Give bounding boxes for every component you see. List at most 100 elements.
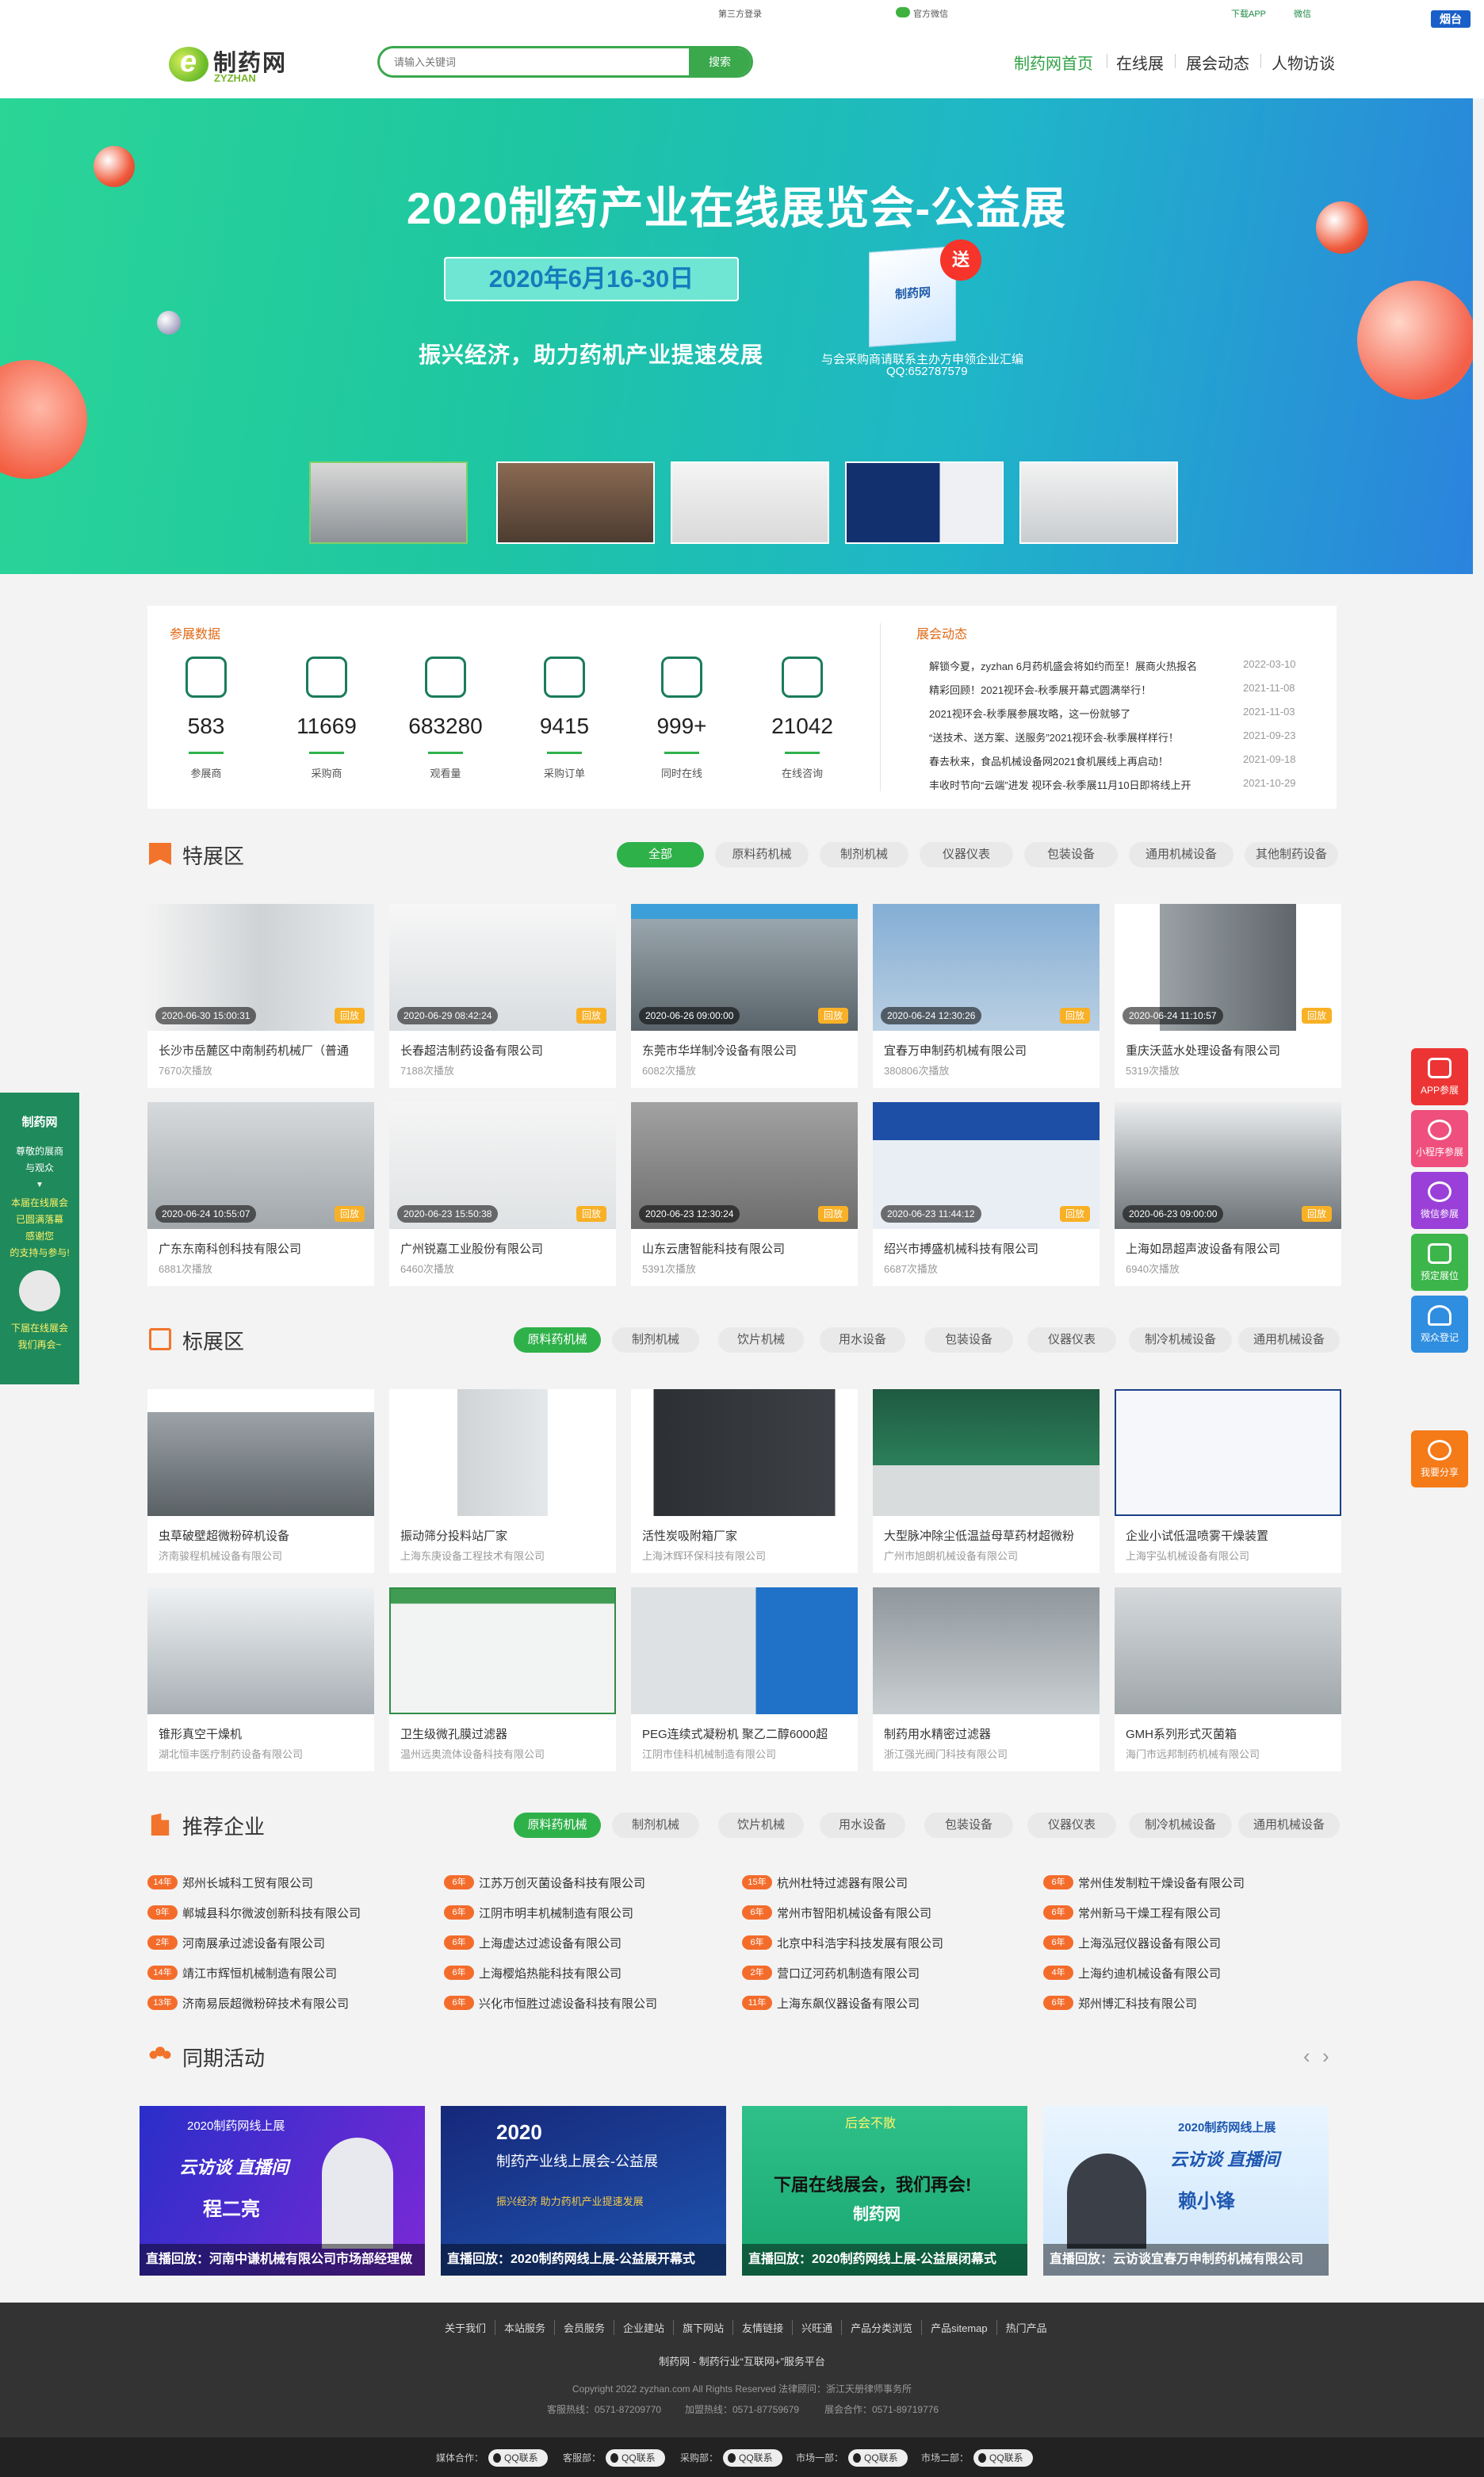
banner-thumb[interactable] (309, 461, 468, 544)
company-link[interactable]: 6年 常州新马干燥工程有限公司 (1043, 1905, 1221, 1921)
activity-card[interactable]: 2020制药网线上展 云访谈 直播间 程二亮 直播回放：河南中谦机械有限公司市场… (140, 2106, 425, 2276)
footer-link[interactable]: 友情链接 (732, 2320, 792, 2335)
tab-formulation[interactable]: 制剂机械 (612, 1813, 699, 1838)
banner-thumb[interactable] (671, 461, 829, 544)
video-card[interactable]: 2020-06-30 15:00:31 回放 长沙市岳麓区中南制药机械厂（普通 … (147, 904, 374, 1088)
product-card[interactable]: 活性炭吸附箱厂家 上海沐辉环保科技有限公司 (631, 1389, 858, 1573)
tab-packaging[interactable]: 包装设备 (1024, 842, 1118, 867)
search-input[interactable] (394, 48, 679, 75)
download-app-link[interactable]: 下载APP (1231, 7, 1266, 20)
video-card[interactable]: 2020-06-23 15:50:38 回放 广州锐嘉工业股份有限公司 6460… (389, 1102, 616, 1286)
news-item[interactable]: 解锁今夏，zyzhan 6月药机盛会将如约而至！展商火热报名 (929, 658, 1238, 673)
company-link[interactable]: 6年 上海虚达过滤设备有限公司 (444, 1935, 622, 1951)
tab-general-machinery[interactable]: 通用机械设备 (1238, 1327, 1340, 1353)
product-card[interactable]: 振动筛分投料站厂家 上海东庚设备工程技术有限公司 (389, 1389, 616, 1573)
official-wechat-link[interactable]: 官方微信 (896, 7, 948, 20)
company-link[interactable]: 6年 上海樱焰热能科技有限公司 (444, 1965, 622, 1981)
company-link[interactable]: 2年 营口辽河药机制造有限公司 (742, 1965, 920, 1981)
video-card[interactable]: 2020-06-29 08:42:24 回放 长春超洁制药设备有限公司 7188… (389, 904, 616, 1088)
activity-card[interactable]: 2020制药网线上展 云访谈 直播间 赖小锋 直播回放：云访谈宜春万申制药机械有… (1043, 2106, 1329, 2276)
company-link[interactable]: 6年 常州佳发制粒干燥设备有限公司 (1043, 1874, 1245, 1891)
qq-contact[interactable]: 客服部： QQ联系 (563, 2449, 665, 2467)
footer-link[interactable]: 关于我们 (436, 2320, 495, 2335)
qq-contact-button[interactable]: QQ联系 (606, 2449, 665, 2467)
tab-refrigeration[interactable]: 制冷机械设备 (1129, 1327, 1232, 1353)
miniprogram-signup-button[interactable]: 小程序参展 (1411, 1110, 1468, 1167)
news-item[interactable]: 春去秋来，食品机械设备网2021食机展线上再启动！ (929, 753, 1238, 768)
company-link[interactable]: 6年 郑州博汇科技有限公司 (1043, 1995, 1197, 2012)
qq-contact-button[interactable]: QQ联系 (723, 2449, 782, 2467)
video-card[interactable]: 2020-06-26 09:00:00 回放 东莞市华垟制冷设备有限公司 608… (631, 904, 858, 1088)
tab-water[interactable]: 用水设备 (820, 1813, 905, 1838)
hero-banner[interactable]: 2020制药产业在线展览会-公益展 2020年6月16-30日 振兴经济，助力药… (0, 98, 1473, 574)
tab-decoction[interactable]: 饮片机械 (718, 1813, 804, 1838)
qq-contact[interactable]: 市场一部： QQ联系 (796, 2449, 908, 2467)
video-card[interactable]: 2020-06-24 11:10:57 回放 重庆沃蓝水处理设备有限公司 531… (1115, 904, 1341, 1088)
banner-thumb[interactable] (1019, 461, 1178, 544)
qq-contact[interactable]: 采购部： QQ联系 (680, 2449, 782, 2467)
company-link[interactable]: 6年 上海泓冠仪器设备有限公司 (1043, 1935, 1221, 1951)
tab-instruments[interactable]: 仪器仪表 (1027, 1813, 1116, 1838)
news-item[interactable]: 2021视环会-秋季展参展攻略，这一份就够了 (929, 706, 1238, 721)
product-card[interactable]: PEG连续式凝粉机 聚乙二醇6000超 江阴市佳科机械制造有限公司 (631, 1587, 858, 1771)
footer-link[interactable]: 旗下网站 (673, 2320, 732, 2335)
company-link[interactable]: 6年 江阴市明丰机械制造有限公司 (444, 1905, 633, 1921)
product-card[interactable]: 大型脉冲除尘低温益母草药材超微粉 广州市旭朗机械设备有限公司 (873, 1389, 1100, 1573)
company-link[interactable]: 9年 郸城县科尔微波创新科技有限公司 (147, 1905, 361, 1921)
qq-contact-button[interactable]: QQ联系 (973, 2449, 1033, 2467)
booth-booking-button[interactable]: 预定展位 (1411, 1234, 1468, 1291)
activity-card[interactable]: 后会不散 下届在线展会，我们再会! 制药网 直播回放：2020制药网线上展-公益… (742, 2106, 1027, 2276)
qq-contact[interactable]: 市场二部： QQ联系 (921, 2449, 1033, 2467)
tab-formulation[interactable]: 制剂机械 (612, 1327, 699, 1353)
company-link[interactable]: 2年 河南展承过滤设备有限公司 (147, 1935, 325, 1951)
company-link[interactable]: 4年 上海约迪机械设备有限公司 (1043, 1965, 1221, 1981)
nav-home[interactable]: 制药网首页 (1014, 51, 1093, 74)
company-link[interactable]: 14年 靖江市辉恒机械制造有限公司 (147, 1965, 337, 1981)
company-link[interactable]: 6年 北京中科浩宇科技发展有限公司 (742, 1935, 943, 1951)
company-link[interactable]: 11年 上海东飙仪器设备有限公司 (742, 1995, 920, 2012)
left-float-notice[interactable]: 制药网 尊敬的展商 与观众 ▼ 本届在线展会 已圆满落幕 感谢您 的支持与参与!… (0, 1093, 79, 1384)
qq-contact-button[interactable]: QQ联系 (488, 2449, 548, 2467)
nav-expo-news[interactable]: 展会动态 (1186, 51, 1249, 74)
activity-card[interactable]: 2020 制药产业线上展会-公益展 振兴经济 助力药机产业提速发展 直播回放：2… (441, 2106, 726, 2276)
tab-formulation[interactable]: 制剂机械 (820, 842, 908, 867)
wechat-signup-button[interactable]: 微信参展 (1411, 1172, 1468, 1229)
video-card[interactable]: 2020-06-23 09:00:00 回放 上海如昂超声波设备有限公司 694… (1115, 1102, 1341, 1286)
product-card[interactable]: 锥形真空干燥机 湖北恒丰医疗制药设备有限公司 (147, 1587, 374, 1771)
company-link[interactable]: 6年 兴化市恒胜过滤设备科技有限公司 (444, 1995, 657, 2012)
tab-general-machinery[interactable]: 通用机械设备 (1129, 842, 1233, 867)
visitor-register-button[interactable]: 观众登记 (1411, 1296, 1468, 1353)
tab-decoction[interactable]: 饮片机械 (718, 1327, 804, 1353)
tab-api-machinery[interactable]: 原料药机械 (514, 1327, 601, 1353)
footer-link[interactable]: 兴旺通 (792, 2320, 841, 2335)
share-button[interactable]: 我要分享 (1411, 1430, 1468, 1487)
carousel-prev-icon[interactable]: ‹ (1303, 2044, 1310, 2069)
product-card[interactable]: 虫草破壁超微粉碎机设备 济南骏程机械设备有限公司 (147, 1389, 374, 1573)
qq-contact[interactable]: 媒体合作： QQ联系 (436, 2449, 548, 2467)
footer-link[interactable]: 产品sitemap (921, 2320, 996, 2335)
product-card[interactable]: GMH系列形式灭菌箱 海门市远邦制药机械有限公司 (1115, 1587, 1341, 1771)
product-card[interactable]: 卫生级微孔膜过滤器 温州远奥流体设备科技有限公司 (389, 1587, 616, 1771)
company-link[interactable]: 13年 济南易辰超微粉碎技术有限公司 (147, 1995, 349, 2012)
search-button[interactable]: 搜索 (689, 48, 751, 75)
tab-instruments[interactable]: 仪器仪表 (1027, 1327, 1116, 1353)
news-item[interactable]: 精彩回顾！2021视环会-秋季展开幕式圆满举行！ (929, 682, 1238, 697)
footer-link[interactable]: 产品分类浏览 (841, 2320, 921, 2335)
tab-packaging[interactable]: 包装设备 (924, 1813, 1013, 1838)
company-link[interactable]: 6年 江苏万创灭菌设备科技有限公司 (444, 1874, 645, 1891)
app-signup-button[interactable]: APP参展 (1411, 1048, 1468, 1105)
footer-link[interactable]: 会员服务 (554, 2320, 614, 2335)
tab-all[interactable]: 全部 (617, 842, 704, 867)
footer-link[interactable]: 企业建站 (614, 2320, 673, 2335)
tab-water[interactable]: 用水设备 (820, 1327, 905, 1353)
news-item[interactable]: 丰收时节向“云端”进发 视环会-秋季展11月10日即将线上开 (929, 777, 1238, 792)
tab-api-machinery[interactable]: 原料药机械 (514, 1813, 601, 1838)
tab-refrigeration[interactable]: 制冷机械设备 (1129, 1813, 1232, 1838)
tab-packaging[interactable]: 包装设备 (924, 1327, 1013, 1353)
video-card[interactable]: 2020-06-24 12:30:26 回放 宜春万申制药机械有限公司 3808… (873, 904, 1100, 1088)
banner-thumb[interactable] (845, 461, 1004, 544)
video-card[interactable]: 2020-06-23 12:30:24 回放 山东云唐智能科技有限公司 5391… (631, 1102, 858, 1286)
site-logo[interactable]: 制药网 ZYZHAN (169, 43, 304, 87)
carousel-next-icon[interactable]: › (1322, 2044, 1329, 2069)
wechat-link[interactable]: 微信 (1294, 7, 1311, 20)
